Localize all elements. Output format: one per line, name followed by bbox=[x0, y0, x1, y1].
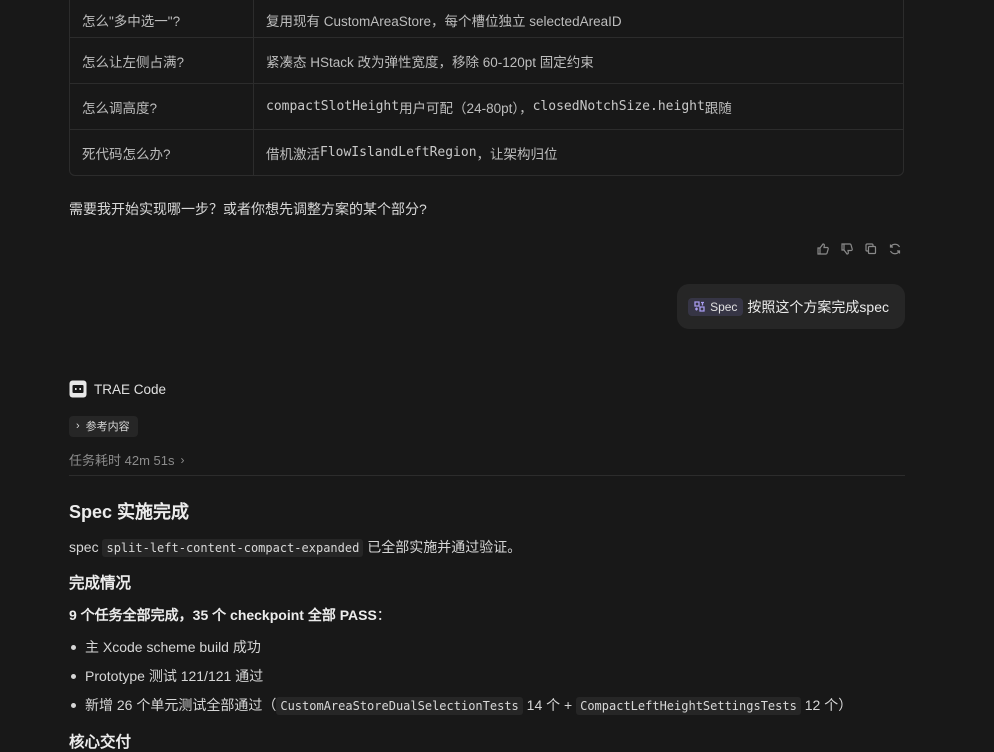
agent-header: TRAE Code bbox=[69, 380, 166, 398]
divider bbox=[69, 475, 905, 476]
summary-colon: ： bbox=[376, 607, 391, 623]
elapsed-text: 任务耗时 42m 51s bbox=[69, 453, 175, 468]
results-list: 主 Xcode scheme build 成功 Prototype 测试 121… bbox=[69, 636, 852, 723]
agent-name: TRAE Code bbox=[94, 381, 167, 397]
assistant-question: 需要我开始实现哪一步？或者你想先调整方案的某个部分? bbox=[69, 201, 427, 217]
inline-code: FlowIslandLeftRegion bbox=[320, 145, 477, 160]
list-item: Prototype 测试 121/121 通过 bbox=[69, 665, 852, 694]
table-cell-answer: compactSlotHeight 用户可配（24-80pt）， closedNo… bbox=[254, 84, 903, 129]
thumbs-down-icon[interactable] bbox=[840, 242, 854, 256]
qa-table: 怎么"多中选一"? 复用现有 CustomAreaStore，每个槽位独立 sel… bbox=[69, 0, 904, 176]
inline-code: closedNotchSize.height bbox=[532, 99, 705, 114]
cell-text: 跟随 bbox=[704, 100, 732, 116]
section-heading: 核心交付 bbox=[69, 734, 132, 751]
spec-tag[interactable]: Spec bbox=[688, 297, 744, 316]
list-item-text: 主 Xcode scheme build 成功 bbox=[85, 639, 261, 655]
inline-code: CustomAreaStoreDualSelectionTests bbox=[276, 697, 523, 715]
reference-label: 参考内容 bbox=[85, 421, 130, 433]
table-cell-answer: 紧凑态 HStack 改为弹性宽度，移除 60-120pt 固定约束 bbox=[254, 38, 903, 83]
cell-text: 复用现有 CustomAreaStore，每个槽位独立 selectedArea… bbox=[266, 14, 622, 29]
cell-text: 紧凑态 HStack 改为弹性宽度，移除 60-120pt 固定约束 bbox=[266, 54, 594, 70]
list-item-text: 12 个） bbox=[800, 697, 853, 713]
table-cell-question: 怎么调高度? bbox=[70, 84, 254, 129]
table-row: 怎么调高度? compactSlotHeight 用户可配（24-80pt）， cl… bbox=[70, 83, 903, 129]
intro-paragraph: spec split-left-content-compact-expanded… bbox=[69, 537, 521, 557]
table-cell-question: 怎么让左侧占满? bbox=[70, 38, 254, 83]
intro-suffix: 已全部实施并通过验证。 bbox=[367, 539, 522, 555]
cell-text: 借机激活 bbox=[266, 146, 320, 162]
spec-icon bbox=[694, 301, 705, 312]
table-cell-question: 怎么"多中选一"? bbox=[70, 0, 254, 37]
inline-code: compactSlotHeight bbox=[266, 99, 400, 114]
thumbs-up-icon[interactable] bbox=[816, 242, 830, 256]
cell-text: 用户可配（24-80pt）， bbox=[399, 100, 533, 116]
inline-code: split-left-content-compact-expanded bbox=[102, 539, 364, 557]
table-row: 怎么让左侧占满? 紧凑态 HStack 改为弹性宽度，移除 60-120pt 固定… bbox=[70, 37, 903, 83]
chevron-right-icon: › bbox=[76, 420, 80, 432]
summary-bold: 9 个任务全部完成，35 个 checkpoint 全部 PASS bbox=[69, 607, 377, 623]
user-message-bubble: Spec 按照这个方案完成spec bbox=[677, 284, 905, 329]
content-title: Spec 实施完成 bbox=[69, 502, 190, 522]
message-actions bbox=[816, 242, 902, 256]
summary-paragraph: 9 个任务全部完成，35 个 checkpoint 全部 PASS： bbox=[69, 605, 391, 625]
table-cell-answer: 借机激活 FlowIslandLeftRegion ，让架构归位 bbox=[254, 130, 903, 175]
table-row: 怎么"多中选一"? 复用现有 CustomAreaStore，每个槽位独立 sel… bbox=[70, 0, 903, 37]
list-item-text: 新增 26 个单元测试全部通过（ bbox=[85, 697, 277, 713]
list-item: 新增 26 个单元测试全部通过（ CustomAreaStoreDualSelec… bbox=[69, 694, 852, 723]
trae-logo-icon bbox=[69, 380, 87, 398]
spec-tag-label: Spec bbox=[710, 299, 738, 314]
copy-icon[interactable] bbox=[864, 242, 878, 256]
table-cell-question: 死代码怎么办? bbox=[70, 130, 254, 175]
intro-prefix: spec bbox=[69, 539, 99, 555]
list-item-text: Prototype 测试 121/121 通过 bbox=[85, 668, 264, 684]
list-item-text: 14 个 + bbox=[522, 697, 577, 713]
cell-text: ，让架构归位 bbox=[476, 146, 558, 162]
elapsed-time[interactable]: 任务耗时 42m 51s › bbox=[69, 450, 184, 469]
section-heading: 完成情况 bbox=[69, 575, 132, 592]
list-item: 主 Xcode scheme build 成功 bbox=[69, 636, 852, 665]
reference-toggle[interactable]: › 参考内容 bbox=[69, 416, 138, 437]
regenerate-icon[interactable] bbox=[888, 242, 902, 256]
table-cell-answer: 复用现有 CustomAreaStore，每个槽位独立 selectedArea… bbox=[254, 0, 903, 37]
user-message-text: 按照这个方案完成spec bbox=[747, 298, 889, 315]
inline-code: CompactLeftHeightSettingsTests bbox=[576, 697, 801, 715]
chevron-right-icon: › bbox=[180, 452, 185, 467]
table-row: 死代码怎么办? 借机激活 FlowIslandLeftRegion ，让架构归位 bbox=[70, 129, 903, 175]
